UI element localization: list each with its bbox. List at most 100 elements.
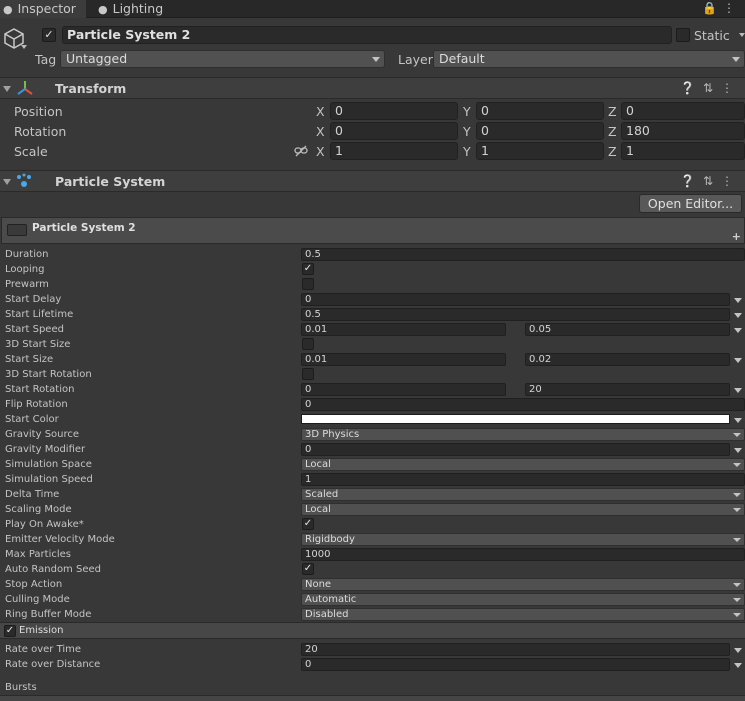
looping-label: Looping: [5, 264, 45, 275]
auto-random-seed-label: Auto Random Seed: [5, 564, 101, 575]
y-axis-label[interactable]: Y: [463, 124, 471, 139]
culling-mode-dropdown[interactable]: Automatic: [301, 593, 745, 606]
presets-icon[interactable]: ⇅: [703, 81, 721, 95]
start-rotation-max-field[interactable]: 20: [525, 383, 730, 396]
static-label: Static: [694, 28, 730, 43]
menu-icon[interactable]: ⋮: [721, 174, 741, 188]
chevron-down-icon[interactable]: [734, 358, 742, 363]
delta-time-dropdown[interactable]: Scaled: [301, 488, 745, 501]
x-axis-label[interactable]: X: [316, 104, 325, 119]
chevron-down-icon: [733, 598, 741, 602]
icon-dropdown-arrow[interactable]: [21, 45, 27, 49]
rate-over-time-field[interactable]: 20: [301, 643, 730, 656]
emitter-velocity-mode-dropdown[interactable]: Rigidbody: [301, 533, 745, 546]
rate-over-distance-field[interactable]: 0: [301, 658, 730, 671]
auto-random-seed-checkbox[interactable]: ✓: [302, 563, 314, 575]
x-axis-label[interactable]: X: [316, 124, 325, 139]
scale-y-field[interactable]: 1: [476, 142, 604, 160]
y-axis-label[interactable]: Y: [463, 104, 471, 119]
simulation-speed-label: Simulation Speed: [5, 474, 93, 485]
transform-header[interactable]: Transform ❔⇅⋮: [0, 77, 745, 99]
position-x-field[interactable]: 0: [330, 102, 458, 120]
active-checkbox[interactable]: ✓: [42, 28, 56, 42]
flip-rotation-label: Flip Rotation: [5, 399, 68, 410]
duration-label: Duration: [5, 249, 49, 260]
menu-icon[interactable]: ⋮: [723, 1, 741, 15]
main-module-bar[interactable]: Particle System 2 +: [1, 217, 745, 244]
chevron-down-icon[interactable]: [734, 418, 742, 423]
start-rotation-3d-checkbox[interactable]: [302, 368, 314, 380]
position-y-field[interactable]: 0: [476, 102, 604, 120]
ring-buffer-mode-dropdown[interactable]: Disabled: [301, 608, 745, 621]
gravity-source-dropdown[interactable]: 3D Physics: [301, 428, 745, 441]
chevron-down-icon[interactable]: [734, 663, 742, 668]
start-size-max-field[interactable]: 0.02: [525, 353, 730, 366]
emission-checkbox[interactable]: ✓: [4, 625, 16, 637]
start-rotation-min-field[interactable]: 0: [301, 383, 506, 396]
particle-system-header-icons: ❔⇅⋮: [680, 174, 741, 188]
start-lifetime-field[interactable]: 0.5: [301, 308, 730, 321]
start-size-min-field[interactable]: 0.01: [301, 353, 506, 366]
rate-over-distance-label: Rate over Distance: [5, 659, 101, 670]
rotation-y-field[interactable]: 0: [476, 122, 604, 140]
play-on-awake-checkbox[interactable]: ✓: [302, 518, 314, 530]
chevron-down-icon[interactable]: [734, 388, 742, 393]
tag-dropdown[interactable]: Untagged: [60, 50, 385, 68]
chevron-down-icon: [733, 583, 741, 587]
lock-icon[interactable]: 🔒: [702, 1, 723, 15]
simulation-speed-field[interactable]: 1: [301, 473, 745, 486]
object-name-input[interactable]: Particle System 2: [62, 26, 672, 44]
foldout-arrow-icon[interactable]: [3, 86, 11, 92]
simulation-space-value: Local: [305, 459, 331, 470]
z-axis-label[interactable]: Z: [608, 124, 617, 139]
position-z-field[interactable]: 0: [621, 102, 745, 120]
emitter-velocity-mode-value: Rigidbody: [305, 534, 355, 545]
rotation-z-field[interactable]: 180: [621, 122, 745, 140]
start-size-3d-checkbox[interactable]: [302, 338, 314, 350]
menu-icon[interactable]: ⋮: [721, 81, 741, 95]
stop-action-dropdown[interactable]: None: [301, 578, 745, 591]
start-speed-max-field[interactable]: 0.05: [525, 323, 730, 336]
constrain-proportions-icon[interactable]: [294, 145, 308, 157]
chevron-down-icon[interactable]: [734, 448, 742, 453]
emission-module-bar[interactable]: ✓ Emission: [0, 622, 745, 639]
z-axis-label[interactable]: Z: [608, 144, 617, 159]
start-color-swatch[interactable]: [301, 414, 730, 424]
max-particles-field[interactable]: 1000: [301, 548, 745, 561]
looping-checkbox[interactable]: ✓: [302, 263, 314, 275]
module-swatch-icon: [7, 224, 27, 236]
duration-field[interactable]: 0.5: [301, 248, 745, 261]
x-axis-label[interactable]: X: [316, 144, 325, 159]
presets-icon[interactable]: ⇅: [703, 174, 721, 188]
static-dropdown-arrow[interactable]: [739, 33, 745, 37]
z-axis-label[interactable]: Z: [608, 104, 617, 119]
prewarm-checkbox[interactable]: [302, 278, 314, 290]
start-speed-min-field[interactable]: 0.01: [301, 323, 506, 336]
chevron-down-icon[interactable]: [734, 298, 742, 303]
tab-lighting[interactable]: ● Lighting: [98, 0, 178, 18]
help-icon[interactable]: ❔: [680, 81, 703, 95]
help-icon[interactable]: ❔: [680, 174, 703, 188]
foldout-arrow-icon[interactable]: [3, 179, 11, 185]
particle-system-header[interactable]: Particle System ❔⇅⋮: [0, 170, 745, 192]
simulation-space-dropdown[interactable]: Local: [301, 458, 745, 471]
chevron-down-icon[interactable]: [734, 328, 742, 333]
tab-inspector[interactable]: ● Inspector: [0, 0, 86, 18]
bursts-list-header[interactable]: [0, 695, 745, 701]
particle-system-icon: [17, 173, 31, 187]
flip-rotation-field[interactable]: 0: [301, 398, 745, 411]
rotation-x-field[interactable]: 0: [330, 122, 458, 140]
chevron-down-icon[interactable]: [734, 648, 742, 653]
gravity-modifier-field[interactable]: 0: [301, 443, 730, 456]
y-axis-label[interactable]: Y: [463, 144, 471, 159]
add-module-icon[interactable]: +: [732, 230, 741, 243]
open-editor-button[interactable]: Open Editor...: [639, 194, 742, 213]
layer-dropdown[interactable]: Default: [433, 50, 745, 68]
chevron-down-icon[interactable]: [734, 313, 742, 318]
scale-x-field[interactable]: 1: [330, 142, 458, 160]
scale-z-field[interactable]: 1: [621, 142, 745, 160]
tab-options[interactable]: 🔒⋮: [702, 1, 741, 15]
scaling-mode-dropdown[interactable]: Local: [301, 503, 745, 516]
static-checkbox[interactable]: [676, 28, 690, 42]
start-delay-field[interactable]: 0: [301, 293, 730, 306]
